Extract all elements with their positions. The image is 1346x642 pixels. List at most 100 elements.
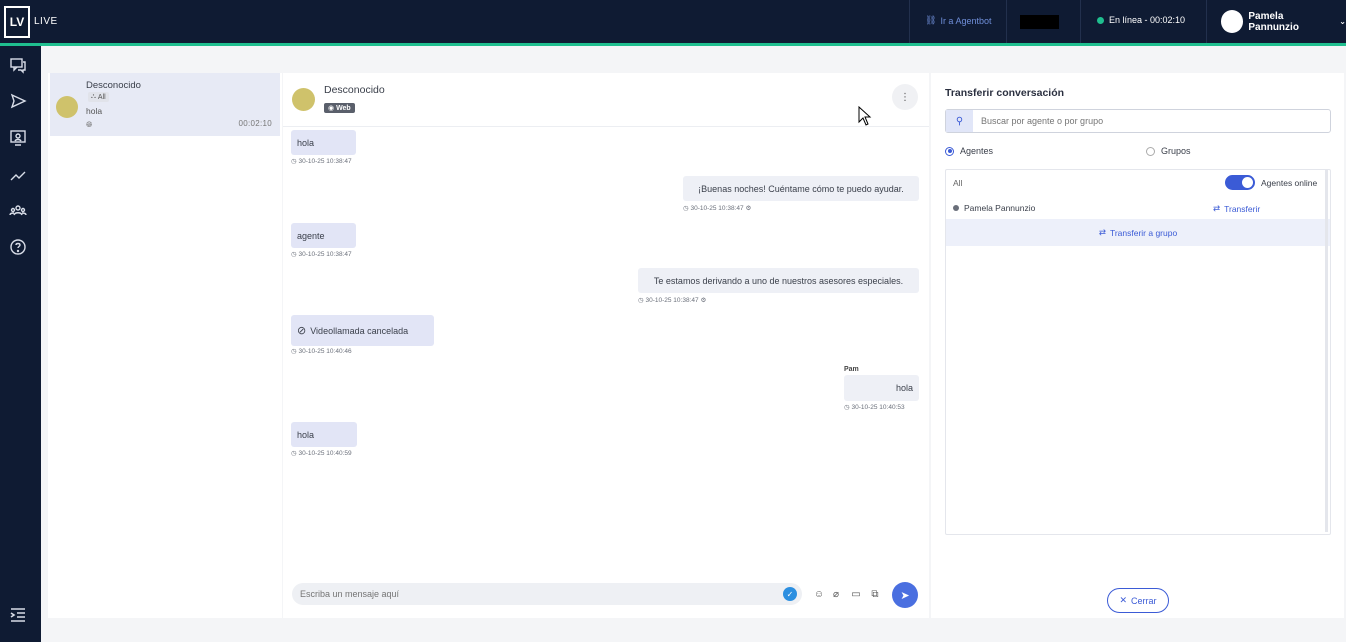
agentbot-link-label: Ir a Agentbot (940, 15, 992, 26)
user-name: Pamela Pannunzio (1248, 10, 1299, 33)
bot-icon: ⚙ (700, 297, 707, 304)
check-icon[interactable]: ✓ (783, 587, 797, 601)
transfer-button[interactable]: ⇄ Transferir (1213, 203, 1260, 214)
conversation-timer: 00:02:10 (238, 119, 272, 128)
group-tag-label: All (97, 93, 106, 101)
search-input[interactable] (981, 116, 1321, 126)
radio-groups-label: Grupos (1161, 146, 1191, 156)
video-call-icon[interactable]: ▭ (849, 587, 863, 601)
transfer-group-label: Transferir a grupo (1109, 227, 1178, 238)
timestamp-text: 30-10-25 10:38:47 (645, 297, 699, 304)
conversation-list: Desconocido ⛬ All hola 🌐︎ 00:02:10 (48, 73, 282, 618)
message-timestamp: ◷ 30-10-25 10:38:47 ⚙ (683, 205, 752, 212)
message-timestamp: ◷ 30-10-25 10:38:47 (291, 251, 352, 258)
message-timestamp: ◷ 30-10-25 10:38:47 ⚙ (638, 297, 707, 304)
list-item[interactable]: Desconocido ⛬ All hola 🌐︎ 00:02:10 (50, 73, 280, 136)
mouse-cursor-icon (858, 106, 872, 126)
top-bar: LV LIVE ⛓ Ir a Agentbot En línea - 00:02… (0, 0, 1346, 43)
message-input[interactable] (292, 583, 762, 605)
last-message: hola (86, 106, 103, 116)
help-icon[interactable] (9, 238, 27, 256)
message-text: hola (297, 429, 315, 440)
accent-bar (0, 43, 1346, 46)
radio-agents[interactable]: Agentes (945, 146, 993, 156)
emoji-icon[interactable]: ☺ (812, 587, 826, 601)
timestamp-text: 30-10-25 10:40:59 (298, 450, 352, 457)
globe-icon: 🌐︎ (86, 120, 93, 129)
online-status[interactable]: En línea - 00:02:10 (1097, 15, 1185, 25)
search-field: ⚲ (945, 109, 1331, 133)
divider (1080, 0, 1081, 43)
message-text: Videollamada cancelada (310, 325, 409, 336)
radio-selected-icon (945, 146, 954, 156)
collapse-menu-icon[interactable] (9, 606, 27, 624)
radio-unselected-icon (1146, 146, 1155, 156)
chat-icon[interactable] (9, 56, 27, 74)
message-bubble: hola (291, 130, 356, 155)
agent-name: Pamela Pannunzio (964, 203, 1036, 213)
product-name: LIVE (34, 16, 58, 27)
kebab-icon: ⋮ (900, 91, 910, 103)
chat-panel: Desconocido ◉ Web ⋮ hola ◷ 30-10-25 10:3… (283, 73, 929, 618)
message-bubble: ⊘ Videollamada cancelada (291, 315, 434, 346)
agents-list: All Agentes online Pamela Pannunzio ⇄ Tr… (945, 169, 1331, 535)
filter-all: All (953, 178, 963, 188)
divider (909, 0, 910, 43)
group-icon: ⛬ (91, 93, 96, 100)
timestamp-text: 30-10-25 10:38:47 (298, 158, 352, 165)
send-icon[interactable] (9, 92, 27, 110)
transfer-to-group-button[interactable]: ⇄ Transferir a grupo (946, 219, 1330, 246)
message-bubble: hola (844, 375, 919, 401)
message-text: agente (297, 230, 325, 241)
message-bubble: agente (291, 223, 356, 248)
message-timestamp: ◷ 30-10-25 10:40:46 (291, 348, 352, 355)
contact-name: Desconocido (324, 84, 385, 96)
agent-status-icon (953, 205, 959, 211)
message-text: ¡Buenas noches! Cuéntame cómo te puedo a… (698, 183, 904, 194)
message-timestamp: ◷ 30-10-25 10:38:47 (291, 158, 352, 165)
trend-icon[interactable] (9, 166, 27, 184)
contact-name: Desconocido (86, 80, 141, 91)
message-text: hola (297, 137, 315, 148)
online-agents-toggle[interactable] (1225, 175, 1255, 190)
transfer-panel: Transferir conversación ⚲ Agentes Grupos… (931, 73, 1344, 618)
windows-icon[interactable]: ⧉ (868, 587, 882, 601)
group-tag: ⛬ All (88, 92, 109, 102)
divider (1006, 0, 1007, 43)
chevron-down-icon: ⌄ (1339, 17, 1346, 26)
team-icon[interactable] (9, 202, 27, 220)
attachment-icon[interactable]: ⌀ (829, 587, 843, 601)
user-menu[interactable]: Pamela Pannunzio ⌄ (1221, 10, 1346, 33)
left-nav (0, 46, 41, 642)
agent-row: Pamela Pannunzio (953, 203, 1035, 213)
message-timestamp: ◷ 30-10-25 10:40:53 (844, 404, 905, 411)
timestamp-text: 30-10-25 10:38:47 (690, 205, 744, 212)
monitor-user-icon[interactable] (9, 129, 27, 147)
message-bubble: hola (291, 422, 357, 447)
sender-name: Pam (844, 366, 859, 373)
close-button[interactable]: ✕ Cerrar (1107, 588, 1169, 613)
scrollbar[interactable] (1325, 170, 1328, 532)
link-icon: ⛓ (925, 15, 937, 25)
send-icon: ➤ (900, 589, 910, 602)
close-icon: ✕ (1119, 595, 1128, 605)
more-options-button[interactable]: ⋮ (892, 84, 918, 110)
send-button[interactable]: ➤ (892, 582, 918, 608)
avatar (292, 88, 315, 111)
video-off-icon: ⊘ (297, 325, 307, 337)
radio-groups[interactable]: Grupos (1146, 146, 1191, 156)
search-icon: ⚲ (946, 110, 973, 132)
timestamp-text: 30-10-25 10:40:46 (298, 348, 352, 355)
status-dot-icon (1097, 16, 1104, 24)
message-composer: ✓ (292, 583, 802, 605)
message-text: hola (895, 383, 913, 393)
toggle-label: Agentes online (1261, 178, 1318, 188)
agentbot-link[interactable]: ⛓ Ir a Agentbot (925, 15, 991, 26)
divider (1206, 0, 1207, 43)
avatar (56, 96, 78, 118)
status-text: En línea - 00:02:10 (1109, 15, 1186, 25)
channel-label: Web (336, 105, 351, 112)
bot-icon: ⚙ (745, 205, 752, 212)
message-bubble: Te estamos derivando a uno de nuestros a… (638, 268, 919, 293)
transfer-label: Transferir (1224, 203, 1261, 214)
